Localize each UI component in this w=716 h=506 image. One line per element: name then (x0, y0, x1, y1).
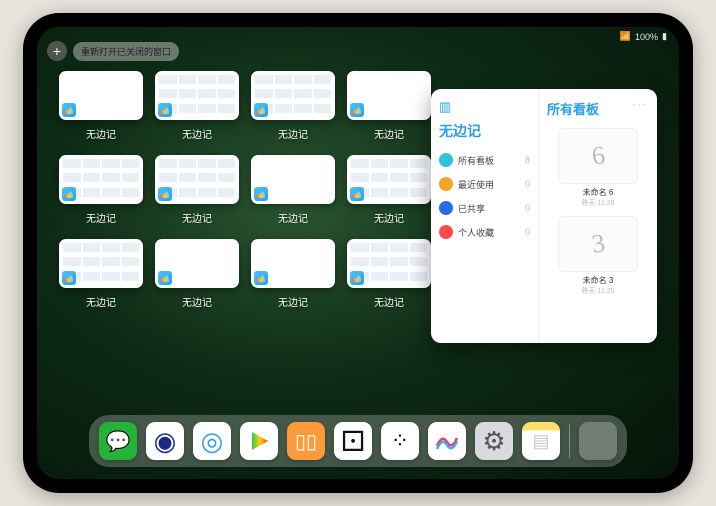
window-thumbnail-label: 无边记 (374, 126, 404, 141)
window-thumbnail[interactable]: 无边记 (155, 155, 239, 225)
window-thumbnail-label: 无边记 (86, 210, 116, 225)
dock-app-qqbrowser[interactable]: ◎ (193, 422, 231, 460)
board-name: 未命名 6 (583, 187, 614, 198)
dock-app-wechat[interactable]: 💬 (99, 422, 137, 460)
window-thumbnail-label: 无边记 (182, 126, 212, 141)
window-thumbnail[interactable]: 无边记 (155, 239, 239, 309)
window-thumbnail-label: 无边记 (182, 210, 212, 225)
battery-icon: ▮ (662, 31, 667, 42)
window-thumbnail-label: 无边记 (182, 294, 212, 309)
window-thumbnail[interactable]: 无边记 (347, 71, 431, 141)
sidebar-item-count: 8 (525, 155, 530, 165)
freeform-app-icon (254, 187, 268, 201)
window-thumbnail[interactable]: 无边记 (59, 239, 143, 309)
sidebar-item-label: 所有看板 (458, 154, 494, 167)
sidebar-item[interactable]: 个人收藏 0 (439, 225, 530, 239)
sidebar-item-label: 已共享 (458, 202, 485, 215)
window-thumbnail[interactable]: 无边记 (59, 71, 143, 141)
dock-app-quark[interactable]: ◉ (146, 422, 184, 460)
window-thumbnail[interactable]: 无边记 (251, 239, 335, 309)
more-icon[interactable]: ··· (632, 97, 647, 111)
freeform-app-icon (350, 271, 364, 285)
board-timestamp: 昨天 11:26 (582, 198, 615, 208)
board-card[interactable]: 3 未命名 3昨天 11:25 (547, 216, 649, 296)
collection-icon (439, 225, 453, 239)
window-thumbnail-label: 无边记 (278, 210, 308, 225)
freeform-app-icon (158, 271, 172, 285)
dock-recent-folder[interactable] (579, 422, 617, 460)
dock-app-play[interactable] (240, 422, 278, 460)
sidebar-toggle-icon[interactable]: ▥ (439, 99, 530, 115)
window-thumbnail-label: 无边记 (374, 294, 404, 309)
sidebar-item-count: 0 (525, 179, 530, 189)
app-switcher-grid: 无边记无边记无边记无边记无边记无边记无边记无边记无边记无边记无边记无边记 (59, 71, 439, 309)
panel-content: 所有看板 6未命名 6昨天 11:263未命名 3昨天 11:25 (539, 89, 657, 343)
freeform-app-icon (350, 187, 364, 201)
sidebar-item-label: 最近使用 (458, 178, 494, 191)
battery-text: 100% (635, 32, 658, 42)
window-thumbnail[interactable]: 无边记 (347, 239, 431, 309)
window-thumbnail[interactable]: 无边记 (59, 155, 143, 225)
window-thumbnail-label: 无边记 (86, 126, 116, 141)
dock-app-dice[interactable]: ⚀ (334, 422, 372, 460)
panel-sidebar: ▥ 无边记 所有看板 8 最近使用 0 已共享 0 个人收藏 0 (431, 89, 539, 343)
sidebar-item-count: 0 (525, 227, 530, 237)
sidebar-item[interactable]: 所有看板 8 (439, 153, 530, 167)
board-preview-scribble: 3 (589, 228, 606, 260)
window-thumbnail[interactable]: 无边记 (347, 155, 431, 225)
freeform-app-icon (158, 103, 172, 117)
window-thumbnail[interactable]: 无边记 (251, 71, 335, 141)
freeform-app-icon (350, 103, 364, 117)
freeform-app-icon (254, 103, 268, 117)
freeform-app-icon (158, 187, 172, 201)
freeform-app-icon (62, 271, 76, 285)
dock-app-settings[interactable]: ⚙ (475, 422, 513, 460)
freeform-app-icon (62, 187, 76, 201)
collection-icon (439, 153, 453, 167)
status-bar: 📶 100% ▮ (620, 31, 667, 42)
sidebar-item-count: 0 (525, 203, 530, 213)
board-name: 未命名 3 (583, 275, 614, 286)
window-thumbnail[interactable]: 无边记 (155, 71, 239, 141)
ipad-frame: 📶 100% ▮ + 重新打开已关闭的窗口 无边记无边记无边记无边记无边记无边记… (23, 13, 693, 493)
dock-app-gamepad[interactable]: ⁘ (381, 422, 419, 460)
screen: 📶 100% ▮ + 重新打开已关闭的窗口 无边记无边记无边记无边记无边记无边记… (37, 27, 679, 479)
board-preview-scribble: 6 (589, 140, 606, 172)
new-window-button[interactable]: + (47, 41, 67, 61)
freeform-app-icon (62, 103, 76, 117)
sidebar-item[interactable]: 已共享 0 (439, 201, 530, 215)
dock-app-notes[interactable]: ▤ (522, 422, 560, 460)
freeform-panel[interactable]: ··· ▥ 无边记 所有看板 8 最近使用 0 已共享 0 个人收藏 0 所有看板 6 未命名 … (431, 89, 657, 343)
freeform-app-icon (254, 271, 268, 285)
window-thumbnail-label: 无边记 (278, 294, 308, 309)
sidebar-item[interactable]: 最近使用 0 (439, 177, 530, 191)
window-thumbnail-label: 无边记 (374, 210, 404, 225)
dock-app-books[interactable]: ▯▯ (287, 422, 325, 460)
wifi-icon: 📶 (620, 31, 631, 42)
panel-left-title: 无边记 (439, 121, 530, 141)
dock: 💬◉◎ ▯▯⚀⁘ ⚙▤ (89, 415, 627, 467)
sidebar-item-label: 个人收藏 (458, 226, 494, 239)
reopen-closed-window-button[interactable]: 重新打开已关闭的窗口 (73, 42, 179, 61)
collection-icon (439, 201, 453, 215)
window-thumbnail-label: 无边记 (278, 126, 308, 141)
dock-app-freeform[interactable] (428, 422, 466, 460)
window-thumbnail[interactable]: 无边记 (251, 155, 335, 225)
collection-icon (439, 177, 453, 191)
board-card[interactable]: 6 未命名 6昨天 11:26 (547, 128, 649, 208)
dock-separator (569, 424, 570, 458)
top-controls: + 重新打开已关闭的窗口 (47, 41, 179, 61)
window-thumbnail-label: 无边记 (86, 294, 116, 309)
board-timestamp: 昨天 11:25 (582, 286, 615, 296)
